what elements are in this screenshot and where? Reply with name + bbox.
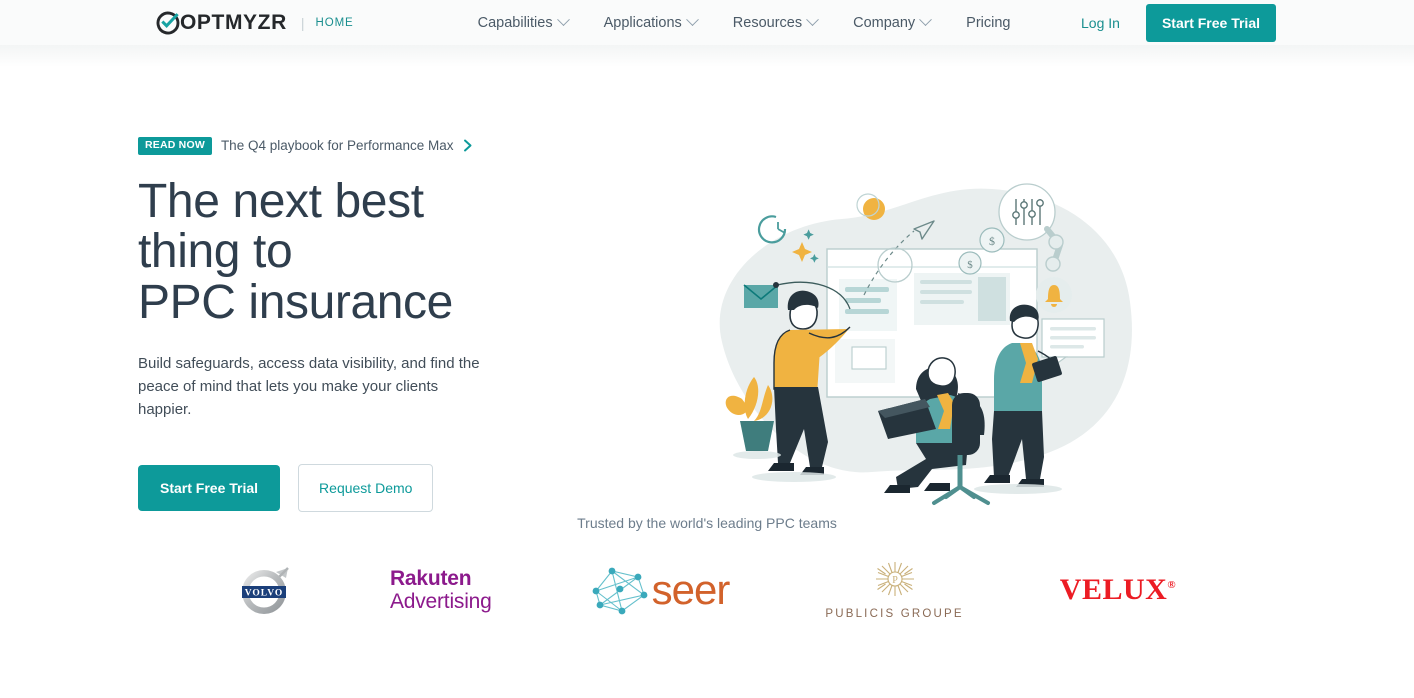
client-logo-volvo: VOLVO xyxy=(238,559,294,621)
team-analytics-dashboard-illustration: $ $ xyxy=(719,183,1132,505)
rakuten-line-1: Rakuten xyxy=(389,567,472,590)
nav-item-company[interactable]: Company xyxy=(835,9,948,37)
publicis-wordmark: PUBLICIS GROUPE xyxy=(825,608,964,620)
chevron-right-icon xyxy=(463,139,474,152)
seer-wordmark: seer xyxy=(651,566,731,613)
header-start-free-trial-button[interactable]: Start Free Trial xyxy=(1145,3,1276,42)
hero-title-line-1: The next best xyxy=(138,174,424,228)
trusted-by-label: Trusted by the world's leading PPC teams xyxy=(577,515,837,531)
client-logo-publicis-groupe: P PUBLICIS GROUPE xyxy=(825,559,963,621)
nav-item-resources[interactable]: Resources xyxy=(715,9,835,37)
client-logo-rakuten-advertising: Rakuten Advertising xyxy=(390,559,492,621)
nav-label: Resources xyxy=(732,14,803,31)
optmyzr-check-circle-icon xyxy=(156,11,180,35)
nav-home-link[interactable]: HOME xyxy=(316,17,354,29)
hero-section: READ NOW The Q4 playbook for Performance… xyxy=(0,45,1414,515)
nav-item-pricing[interactable]: Pricing xyxy=(948,9,1028,37)
nav-item-capabilities[interactable]: Capabilities xyxy=(478,9,586,37)
promo-badge: READ NOW xyxy=(138,137,212,155)
svg-text:$: $ xyxy=(967,259,973,271)
chevron-down-icon xyxy=(556,13,570,27)
main-navigation: Capabilities Applications Resources Comp… xyxy=(478,9,1029,37)
client-logo-seer: seer xyxy=(588,559,730,621)
velux-wordmark: VELUX® xyxy=(1059,573,1177,606)
chevron-down-icon xyxy=(685,13,699,27)
client-logo-row: VOLVO Rakuten Advertising seer P PUBLICI… xyxy=(0,559,1414,621)
brand-logo[interactable]: OPTMYZR | HOME xyxy=(156,11,354,35)
site-header: OPTMYZR | HOME Capabilities Applications… xyxy=(0,0,1414,45)
publicis-sun-icon: P xyxy=(875,562,914,596)
brand-separator: | xyxy=(300,14,305,31)
velux-registered-mark: ® xyxy=(1167,579,1177,591)
nav-label: Pricing xyxy=(966,14,1011,31)
nav-label: Applications xyxy=(603,14,682,31)
promo-banner-link[interactable]: READ NOW The Q4 playbook for Performance… xyxy=(138,137,558,155)
hero-request-demo-button[interactable]: Request Demo xyxy=(298,463,434,512)
chevron-down-icon xyxy=(806,13,819,27)
brand-wordmark: OPTMYZR xyxy=(180,11,287,34)
header-actions: Log In Start Free Trial xyxy=(1081,3,1276,42)
promo-text: The Q4 playbook for Performance Max xyxy=(220,138,454,154)
hero-copy: READ NOW The Q4 playbook for Performance… xyxy=(138,45,558,515)
chevron-down-icon xyxy=(919,13,933,27)
hero-title-line-3: PPC insurance xyxy=(138,276,453,330)
hero-subtitle: Build safeguards, access data visibility… xyxy=(138,355,480,418)
hero-title-line-2: thing to xyxy=(138,225,293,279)
client-logo-velux: VELUX® xyxy=(1060,559,1176,621)
svg-text:$: $ xyxy=(989,234,995,248)
volvo-wordmark: VOLVO xyxy=(245,589,284,599)
hero-start-free-trial-button[interactable]: Start Free Trial xyxy=(138,464,281,511)
hero-illustration-container: $ $ xyxy=(558,45,1276,515)
nav-label: Capabilities xyxy=(477,14,553,31)
login-link[interactable]: Log In xyxy=(1081,15,1120,31)
volvo-logo-icon: VOLVO xyxy=(241,567,289,614)
page-title: The next best thing to PPC insurance xyxy=(138,174,558,330)
publicis-monogram: P xyxy=(892,575,898,586)
seer-network-icon xyxy=(592,567,648,615)
trusted-by-section: Trusted by the world's leading PPC teams… xyxy=(0,515,1414,621)
nav-label: Company xyxy=(853,14,916,31)
hero-cta-group: Start Free Trial Request Demo xyxy=(138,463,558,512)
rakuten-line-2: Advertising xyxy=(389,590,492,613)
nav-item-applications[interactable]: Applications xyxy=(586,9,715,37)
